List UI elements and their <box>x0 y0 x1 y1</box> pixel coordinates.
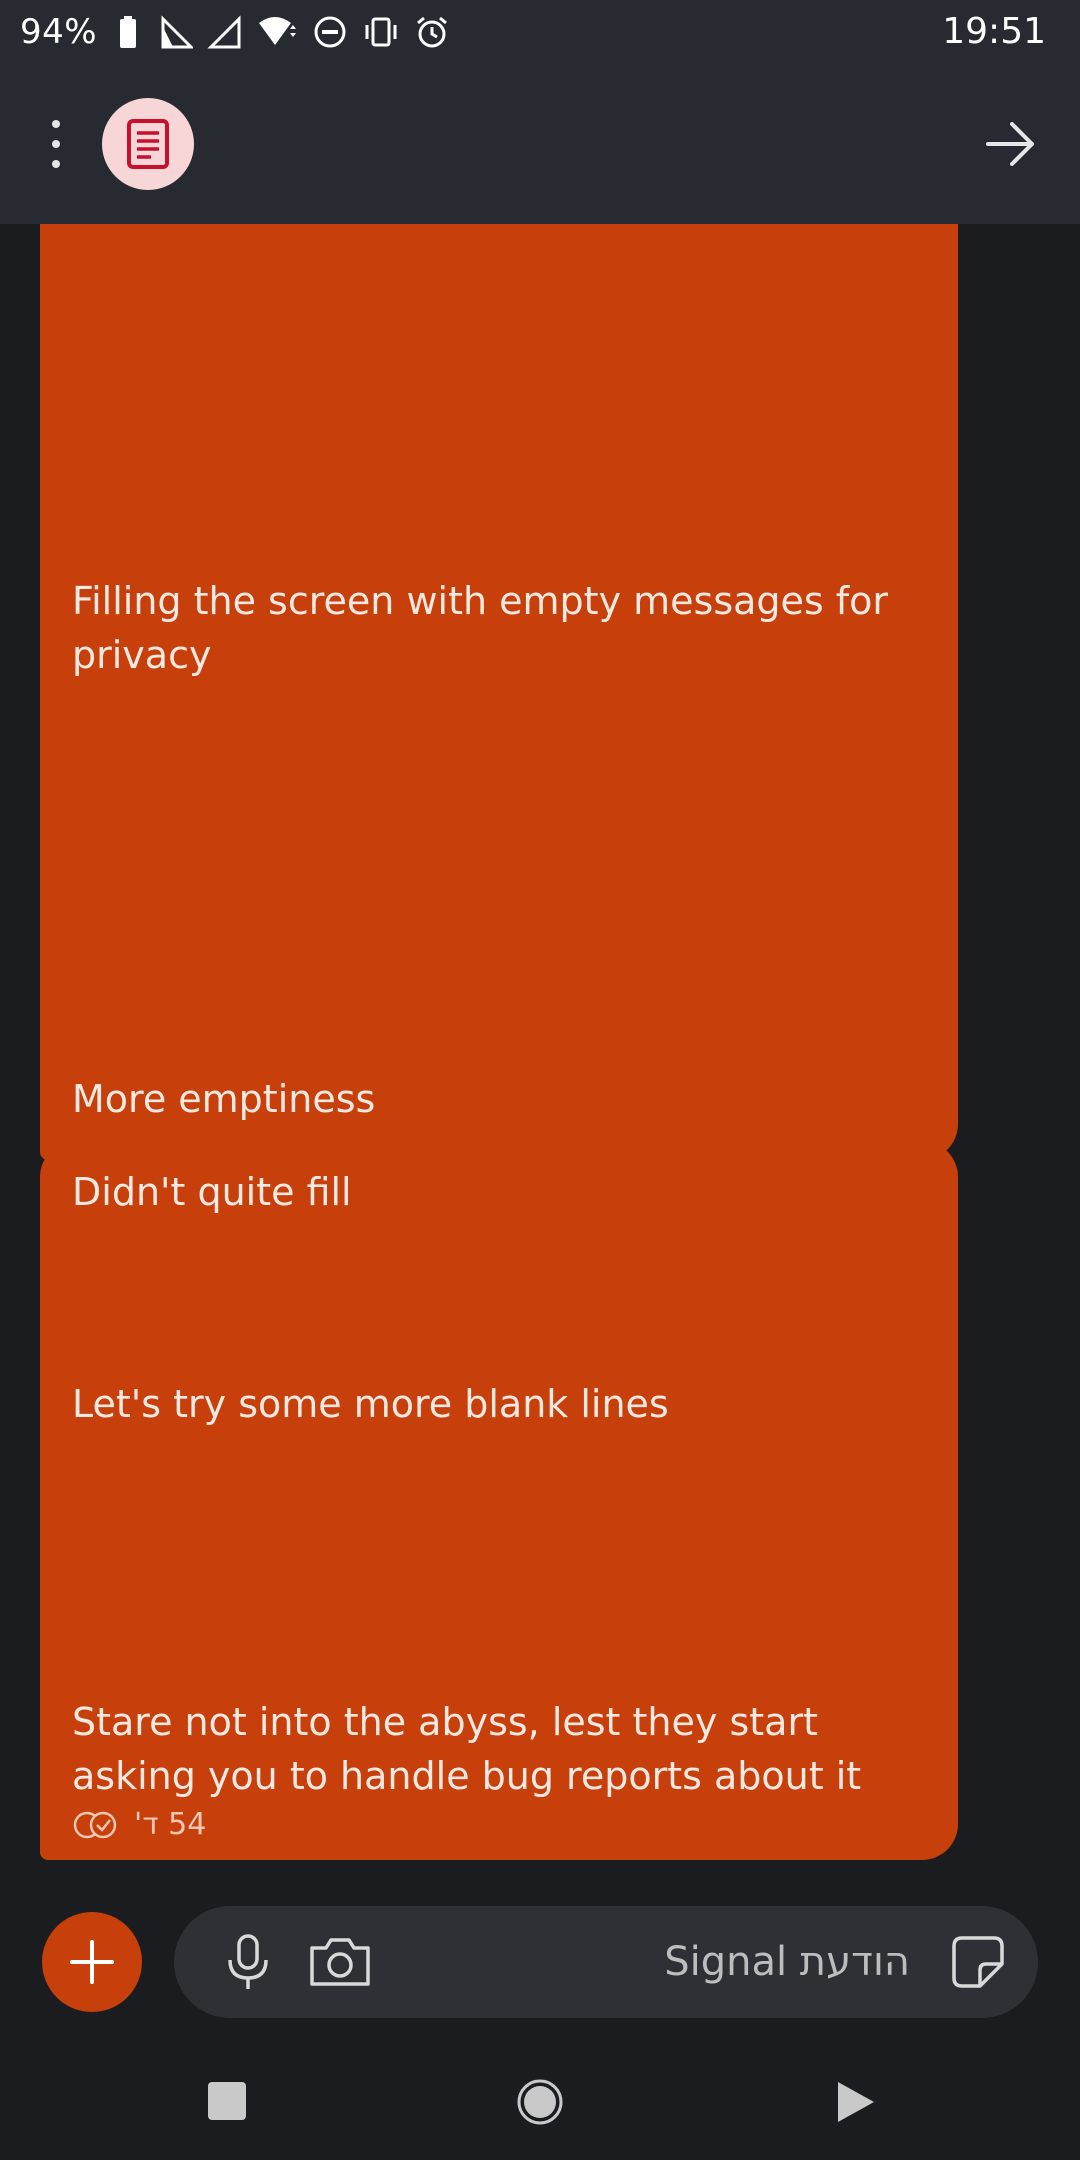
message-list[interactable]: Filling the screen with empty messages f… <box>0 224 1080 1884</box>
message-input[interactable]: הודעת Signal <box>174 1906 1038 2018</box>
add-icon <box>70 1940 114 1984</box>
status-bar: 94% 19:51 <box>0 0 1080 64</box>
delivered-check-icon <box>73 1811 117 1838</box>
outgoing-message-bubble[interactable]: Filling the screen with empty messages f… <box>40 224 958 1160</box>
message-text: More emptiness <box>72 1077 376 1121</box>
message-text: Stare not into the abyss, lest they star… <box>72 1700 862 1798</box>
outgoing-message-bubble[interactable]: Didn't quite fill Let's try some more bl… <box>40 1141 958 1860</box>
signal-icon <box>161 15 194 49</box>
attach-button[interactable] <box>42 1912 142 2012</box>
message-text: Let's try some more blank lines <box>72 1382 669 1426</box>
note-icon <box>127 119 169 169</box>
sticker-icon[interactable] <box>948 1932 1008 1992</box>
message-placeholder: הודעת Signal <box>664 1939 910 1985</box>
system-nav-bar <box>0 2040 1080 2160</box>
more-vert-icon[interactable] <box>38 114 74 174</box>
back-button[interactable] <box>834 2078 878 2126</box>
status-icons: 94% <box>20 8 449 56</box>
message-text: Filling the screen with empty messages f… <box>72 579 889 677</box>
battery-icon <box>120 16 137 48</box>
message-timestamp: 54 ד' <box>134 1807 207 1842</box>
alarm-icon <box>417 16 448 48</box>
conversation-header <box>0 64 1080 224</box>
clock: 19:51 <box>942 11 1046 52</box>
compose-bar: הודעת Signal <box>0 1884 1080 2040</box>
vibrate-icon <box>365 17 397 47</box>
message-text: Didn't quite fill <box>72 1170 352 1214</box>
avatar[interactable] <box>102 98 194 190</box>
mic-icon[interactable] <box>218 1932 278 1992</box>
wifi-icon <box>259 17 297 45</box>
message-meta: 54 ד' <box>72 1807 206 1842</box>
home-button[interactable] <box>516 2078 564 2126</box>
signal-icon <box>207 15 241 49</box>
battery-percent: 94% <box>20 12 98 52</box>
signal-screen: 94% 19:51 Filling the screen with empty … <box>0 0 1080 2160</box>
arrow-forward-icon[interactable] <box>984 114 1038 174</box>
recents-button[interactable] <box>208 2082 246 2120</box>
camera-icon[interactable] <box>306 1932 374 1992</box>
dnd-icon <box>314 16 346 48</box>
